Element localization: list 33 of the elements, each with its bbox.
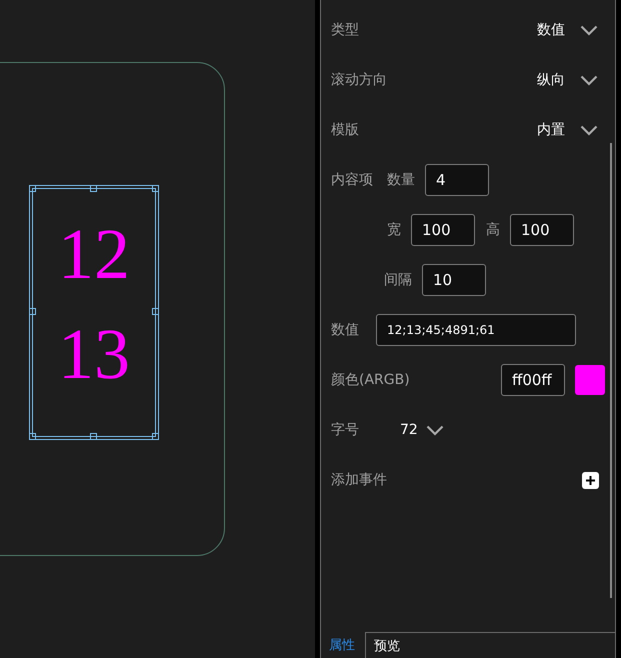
- dropdown-value[interactable]: 内置: [537, 121, 565, 139]
- field-label: 数量: [387, 171, 415, 189]
- property-label: 颜色(ARGB): [331, 371, 410, 389]
- field-label: 高: [486, 221, 500, 239]
- property-label: 数值: [331, 321, 360, 339]
- chevron-down-icon[interactable]: [580, 124, 598, 136]
- field-label: 间隔: [384, 271, 412, 289]
- input-field[interactable]: 4: [425, 164, 489, 196]
- property-label: 类型: [331, 21, 359, 39]
- selection-frame[interactable]: [29, 185, 160, 441]
- plus-icon: [585, 474, 596, 486]
- input-field[interactable]: 12;13;45;4891;61: [376, 314, 576, 346]
- chevron-down-icon[interactable]: [580, 74, 598, 86]
- dropdown-value[interactable]: 数值: [537, 21, 565, 39]
- chevron-down-icon[interactable]: [580, 24, 598, 36]
- property-label: 字号: [331, 421, 360, 439]
- color-field[interactable]: ff00ff: [501, 364, 565, 396]
- input-field[interactable]: 100: [510, 214, 574, 246]
- scrollbar[interactable]: [610, 143, 612, 598]
- dropdown-value[interactable]: 纵向: [537, 71, 565, 89]
- font-size-value[interactable]: 72: [400, 422, 418, 438]
- property-label: 滚动方向: [331, 71, 387, 89]
- field-label: 宽: [387, 221, 401, 239]
- color-swatch[interactable]: [575, 365, 605, 395]
- property-label: 模版: [331, 121, 359, 139]
- property-label: 内容项: [331, 171, 374, 189]
- number-text: 12: [58, 213, 130, 296]
- number-text: 13: [58, 313, 130, 396]
- input-field[interactable]: 100: [411, 214, 475, 246]
- property-label: 添加事件: [331, 471, 387, 489]
- chevron-down-icon[interactable]: [426, 424, 444, 436]
- input-field[interactable]: 10: [422, 264, 486, 296]
- add-button[interactable]: [582, 472, 599, 488]
